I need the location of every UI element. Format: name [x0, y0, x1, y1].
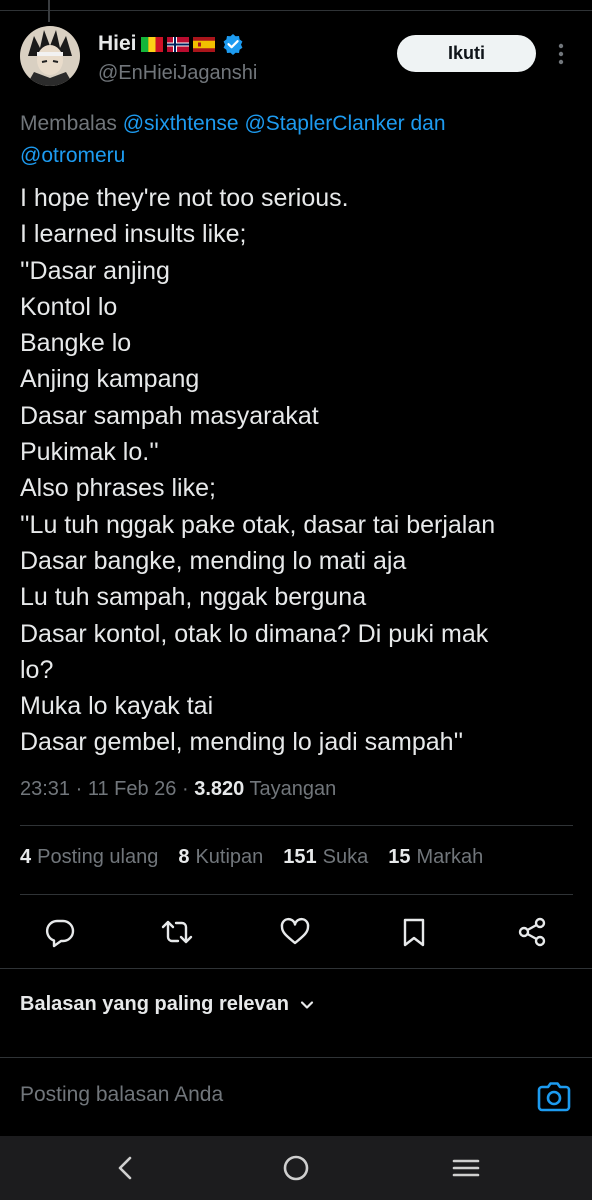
tweet-text: I hope they're not too serious. I learne…: [20, 180, 590, 761]
divider: [20, 825, 573, 826]
share-icon[interactable]: [516, 916, 548, 948]
quotes-count: 8: [178, 846, 190, 868]
back-icon[interactable]: [110, 1152, 142, 1184]
more-options-icon[interactable]: [555, 42, 567, 66]
quotes-stat[interactable]: 8 Kutipan: [178, 846, 263, 869]
meta-separator: ·: [182, 778, 195, 800]
avatar[interactable]: [20, 26, 80, 86]
mali-flag-icon: [140, 36, 163, 52]
bookmarks-label: Markah: [416, 846, 484, 868]
likes-label: Suka: [322, 846, 369, 868]
tweet-text-line: ''Dasar anjing: [20, 256, 170, 285]
tweet-text-line: Bangke lo: [20, 329, 132, 358]
reply-icon[interactable]: [44, 916, 76, 948]
tweet-text-line: Anjing kampang: [20, 365, 200, 394]
chevron-down-icon: [300, 1000, 314, 1009]
tweet-text-line: Dasar kontol, otak lo dimana? Di puki ma…: [20, 619, 489, 648]
tweet-text-line: ''Lu tuh nggak pake otak, dasar tai berj…: [20, 510, 496, 539]
tweet-time[interactable]: 23:31: [20, 778, 70, 800]
tweet-text-line: I hope they're not too serious.: [20, 184, 349, 212]
follow-button[interactable]: Ikuti: [397, 35, 536, 72]
author-handle[interactable]: @EnHieiJaganshi: [98, 62, 257, 85]
reply-prefix: Membalas: [20, 112, 117, 135]
author-name-row[interactable]: Hiei: [98, 32, 244, 56]
recent-apps-icon[interactable]: [450, 1152, 482, 1184]
reply-input[interactable]: Posting balasan Anda: [20, 1083, 223, 1107]
tweet-stats: 4 Posting ulang 8 Kutipan 151 Suka 15 Markah: [20, 846, 503, 869]
reply-sort-dropdown[interactable]: Balasan yang paling relevan: [20, 993, 315, 1016]
bookmarks-count: 15: [388, 846, 411, 868]
top-divider: [0, 10, 592, 11]
mention-link[interactable]: @otromeru: [20, 144, 125, 167]
tweet-meta: 23:31 · 11 Feb 26 · 3.820 Tayangan: [20, 778, 336, 801]
reposts-count: 4: [20, 846, 32, 868]
divider: [20, 894, 573, 895]
camera-icon[interactable]: [537, 1081, 571, 1113]
tweet-text-line: Dasar gembel, mending lo jadi sampah'': [20, 728, 464, 757]
replying-to-line: Membalas @sixthtense @StaplerClanker dan…: [20, 108, 540, 172]
reposts-stat[interactable]: 4 Posting ulang: [20, 846, 158, 869]
reply-and: dan: [410, 112, 446, 135]
repost-icon[interactable]: [161, 916, 193, 948]
home-icon[interactable]: [280, 1152, 312, 1184]
like-icon[interactable]: [279, 916, 311, 948]
tweet-text-line: I learned insults like;: [20, 220, 247, 249]
tweet-text-line: Muka lo kayak tai: [20, 692, 214, 721]
bookmark-icon[interactable]: [398, 916, 430, 948]
spain-flag-icon: [192, 36, 215, 52]
action-bar: [0, 910, 592, 954]
verified-badge-icon: [223, 34, 242, 55]
views-label: Tayangan: [249, 778, 337, 800]
views-count: 3.820: [194, 778, 245, 800]
tweet-text-line: Kontol lo: [20, 292, 118, 321]
display-name[interactable]: Hiei: [98, 32, 137, 56]
reposts-label: Posting ulang: [37, 846, 159, 868]
tweet-text-line: Pukimak lo.'': [20, 438, 159, 467]
tweet-date[interactable]: 11 Feb 26: [88, 778, 177, 800]
tweet-text-line: lo?: [20, 655, 54, 684]
quotes-label: Kutipan: [195, 846, 264, 868]
meta-separator: ·: [75, 778, 88, 800]
norway-flag-icon: [166, 36, 189, 52]
tweet-text-line: Dasar bangke, mending lo mati aja: [20, 546, 407, 575]
mention-link[interactable]: @sixthtense: [123, 112, 239, 135]
likes-stat[interactable]: 151 Suka: [283, 846, 368, 869]
reply-sort-label: Balasan yang paling relevan: [20, 993, 289, 1015]
mention-link[interactable]: @StaplerClanker: [244, 112, 404, 135]
divider: [0, 1057, 592, 1058]
tweet-text-line: Lu tuh sampah, nggak berguna: [20, 583, 367, 612]
divider: [0, 968, 592, 969]
thread-connector-line: [48, 0, 50, 22]
system-navigation-bar: [0, 1136, 592, 1200]
tweet-text-line: Also phrases like;: [20, 474, 216, 503]
likes-count: 151: [283, 846, 317, 868]
tweet-text-line: Dasar sampah masyarakat: [20, 401, 319, 430]
bookmarks-stat[interactable]: 15 Markah: [388, 846, 483, 869]
